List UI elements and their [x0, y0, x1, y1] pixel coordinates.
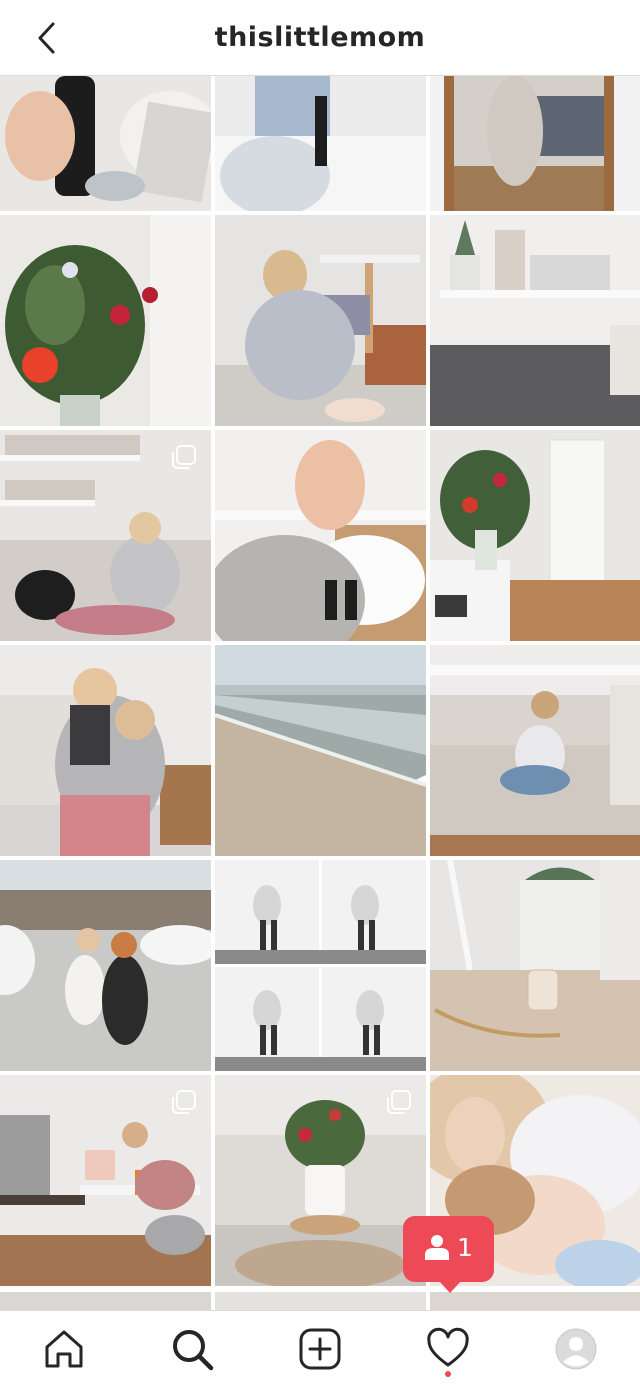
- post-thumbnail[interactable]: [0, 1292, 211, 1310]
- photo-image: [430, 215, 640, 426]
- post-thumbnail[interactable]: [215, 1292, 426, 1310]
- post-thumbnail[interactable]: [0, 860, 211, 1071]
- heart-icon: [427, 1327, 469, 1367]
- partial-post-row: [0, 1292, 640, 1310]
- multiple-posts-icon: [172, 445, 196, 469]
- follower-count: 1: [457, 1233, 473, 1262]
- post-thumbnail[interactable]: [0, 1075, 211, 1286]
- post-thumbnail[interactable]: [430, 430, 640, 641]
- photo-image: [215, 76, 426, 211]
- photo-image: [0, 215, 211, 426]
- activity-indicator-dot: [445, 1371, 451, 1377]
- post-thumbnail[interactable]: [430, 76, 640, 211]
- photo-image: [0, 76, 211, 211]
- photo-image: [430, 645, 640, 856]
- nav-new-post-button[interactable]: [298, 1327, 342, 1371]
- avatar: [555, 1328, 597, 1370]
- multiple-posts-icon: [172, 1090, 196, 1114]
- post-thumbnail[interactable]: [0, 215, 211, 426]
- tooltip-tail: [439, 1281, 461, 1293]
- bottom-navigation: [0, 1310, 640, 1386]
- post-thumbnail[interactable]: [215, 76, 426, 211]
- post-thumbnail[interactable]: [430, 215, 640, 426]
- profile-header: thislittlemom: [0, 0, 640, 76]
- photo-image: [215, 645, 426, 856]
- post-thumbnail[interactable]: [0, 645, 211, 856]
- nav-search-button[interactable]: [170, 1327, 214, 1371]
- post-thumbnail[interactable]: [215, 430, 426, 641]
- photo-image: [430, 76, 640, 211]
- profile-username: thislittlemom: [214, 22, 426, 53]
- home-icon: [45, 1330, 83, 1368]
- post-thumbnail[interactable]: [215, 860, 426, 1071]
- photo-image: [430, 430, 640, 641]
- post-thumbnail[interactable]: [215, 215, 426, 426]
- new-followers-tooltip[interactable]: 1: [403, 1216, 494, 1293]
- photo-image: [215, 430, 426, 641]
- person-icon: [425, 1235, 449, 1260]
- post-thumbnail[interactable]: [0, 76, 211, 211]
- post-thumbnail[interactable]: [430, 645, 640, 856]
- search-icon: [173, 1330, 214, 1371]
- plus-square-icon: [299, 1328, 341, 1370]
- photo-image: [0, 645, 211, 856]
- post-grid: [0, 76, 640, 1286]
- photo-image: [215, 215, 426, 426]
- post-thumbnail[interactable]: [215, 645, 426, 856]
- photo-image: [430, 860, 640, 1071]
- nav-activity-button[interactable]: [426, 1327, 470, 1371]
- post-thumbnail[interactable]: [430, 1292, 640, 1310]
- nav-home-button[interactable]: [42, 1327, 86, 1371]
- post-thumbnail[interactable]: [0, 430, 211, 641]
- multiple-posts-icon: [387, 1090, 411, 1114]
- photo-image: [215, 860, 426, 1071]
- nav-profile-button[interactable]: [554, 1327, 598, 1371]
- photo-image: [0, 860, 211, 1071]
- post-thumbnail[interactable]: [430, 860, 640, 1071]
- post-thumbnail[interactable]: [215, 1075, 426, 1286]
